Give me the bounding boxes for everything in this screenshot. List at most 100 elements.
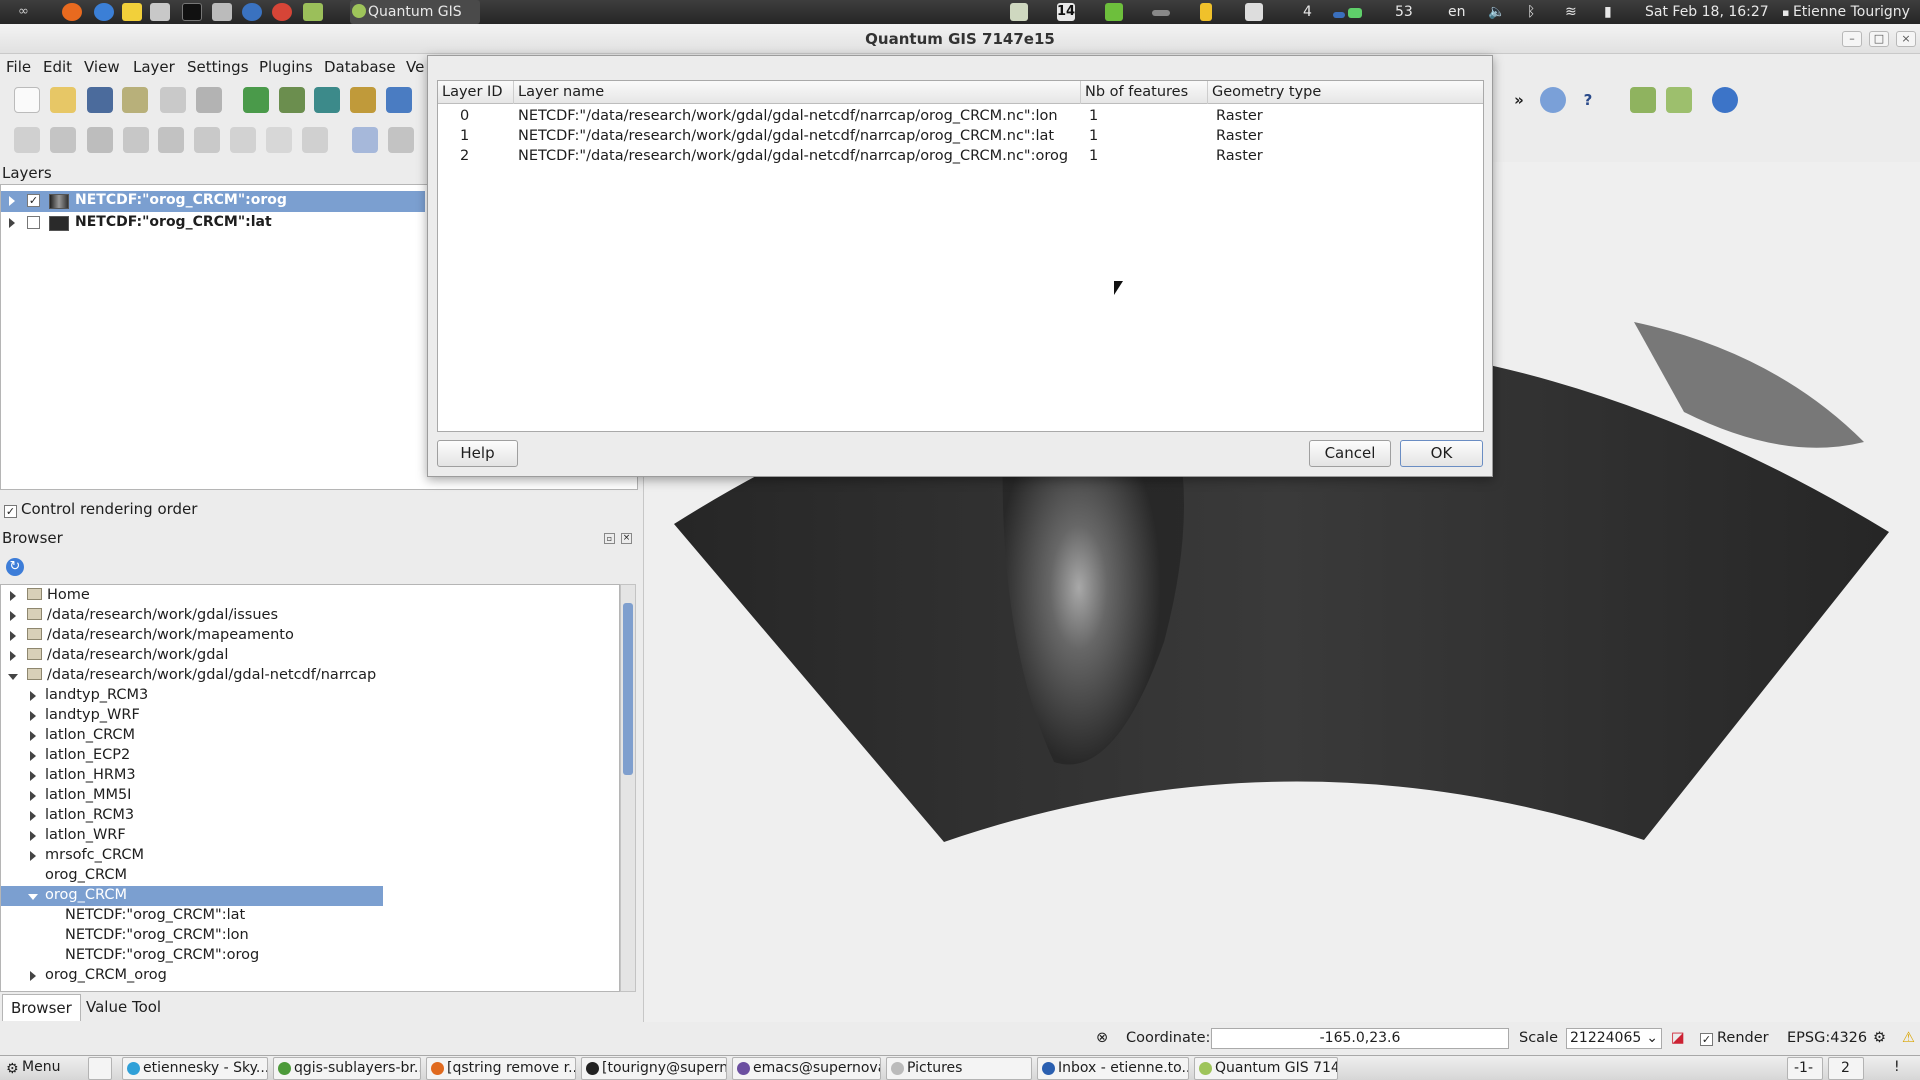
browser-tree[interactable]: Home/data/research/work/gdal/issues/data…	[0, 584, 620, 992]
browser-item[interactable]: NETCDF:"orog_CRCM":orog	[1, 946, 601, 966]
thunderbird-launcher-icon[interactable]	[94, 3, 114, 21]
more-tools-icon[interactable]: »	[1506, 87, 1532, 113]
print-composer-icon[interactable]	[160, 87, 186, 113]
layer-item-orog[interactable]: ✓ NETCDF:"orog_CRCM":orog	[1, 191, 425, 212]
expand-arrow-icon[interactable]	[30, 791, 36, 801]
cancel-button[interactable]: Cancel	[1309, 440, 1391, 467]
render-checkbox[interactable]: ✓	[1700, 1033, 1713, 1046]
projection-icon[interactable]: ⚙	[1873, 1030, 1886, 1046]
menu-view[interactable]: View	[84, 58, 120, 76]
layer-item-lat[interactable]: NETCDF:"orog_CRCM":lat	[1, 213, 425, 234]
taskbar-window-button[interactable]: qgis-sublayers-br...	[273, 1057, 421, 1080]
minimize-button[interactable]: –	[1842, 31, 1862, 47]
zoom-last-icon[interactable]	[1540, 87, 1566, 113]
menu-database[interactable]: Database	[324, 58, 396, 76]
tab-browser[interactable]: Browser	[2, 994, 81, 1021]
warning-icon[interactable]: ⚠	[1902, 1030, 1915, 1046]
star-launcher-icon[interactable]	[122, 3, 142, 21]
close-window-button[interactable]: ×	[1896, 31, 1916, 47]
add-postgis-icon[interactable]	[314, 87, 340, 113]
ok-button[interactable]: OK	[1400, 440, 1483, 467]
taskbar-window-button[interactable]: [tourigny@supern...	[581, 1057, 727, 1080]
browser-item[interactable]: latlon_HRM3	[1, 766, 601, 786]
paste-features-icon[interactable]	[302, 127, 328, 153]
help-button[interactable]: Help	[437, 440, 518, 467]
add-vector-icon[interactable]	[243, 87, 269, 113]
chrome-launcher-icon[interactable]	[272, 3, 292, 21]
measure-icon[interactable]	[1630, 87, 1656, 113]
terminal-launcher-icon[interactable]	[182, 3, 202, 21]
taskbar-window-button[interactable]: Inbox - etienne.to...	[1037, 1057, 1189, 1080]
col-geometry-type[interactable]: Geometry type	[1208, 81, 1483, 104]
workspace-2-button[interactable]: 2	[1828, 1057, 1864, 1080]
expand-arrow-icon[interactable]	[30, 971, 36, 981]
table-row[interactable]: 0 NETCDF:"/data/research/work/gdal/gdal-n…	[438, 106, 1483, 126]
render-toggle[interactable]: ✓ Render	[1700, 1030, 1769, 1046]
save-project-icon[interactable]	[87, 87, 113, 113]
clock[interactable]: Sat Feb 18, 16:27	[1645, 0, 1769, 24]
user-menu[interactable]: ▪ Etienne Tourigny	[1782, 0, 1910, 24]
sublayers-table[interactable]: Layer ID Layer name Nb of features Geome…	[437, 80, 1484, 432]
chevron-down-icon[interactable]: ⌄	[1646, 1029, 1658, 1048]
browser-item[interactable]: latlon_CRCM	[1, 726, 601, 746]
browser-item[interactable]: latlon_WRF	[1, 826, 601, 846]
scissors-launcher-icon[interactable]	[150, 3, 170, 21]
notification-alert[interactable]: !	[1877, 1057, 1917, 1080]
menu-file[interactable]: File	[6, 58, 31, 76]
shield-icon[interactable]	[1010, 3, 1028, 21]
keyboard-icon[interactable]	[1152, 10, 1170, 16]
expand-arrow-icon[interactable]	[9, 196, 15, 206]
browser-item[interactable]: NETCDF:"orog_CRCM":lon	[1, 926, 601, 946]
menu-edit[interactable]: Edit	[43, 58, 72, 76]
browser-item[interactable]: latlon_RCM3	[1, 806, 601, 826]
system-logo-icon[interactable]: ∞	[18, 0, 29, 24]
browser-item[interactable]: latlon_MM5I	[1, 786, 601, 806]
workspace-indicator[interactable]: 14	[1057, 3, 1075, 21]
expand-arrow-icon[interactable]	[10, 631, 16, 641]
display-icon[interactable]	[1245, 3, 1263, 21]
browser-item[interactable]: orog_CRCM	[1, 866, 601, 886]
table-row[interactable]: 1 NETCDF:"/data/research/work/gdal/gdal-n…	[438, 126, 1483, 146]
label-icon[interactable]	[352, 127, 378, 153]
battery-icon[interactable]: ▮	[1604, 0, 1612, 24]
expand-arrow-icon[interactable]	[30, 731, 36, 741]
delete-selected-icon[interactable]	[194, 127, 220, 153]
save-as-icon[interactable]	[122, 87, 148, 113]
browser-item[interactable]: landtyp_RCM3	[1, 686, 601, 706]
refresh-icon[interactable]: ↻	[6, 558, 24, 576]
taskbar-window-button[interactable]: emacs@supernova	[732, 1057, 881, 1080]
browser-item[interactable]: latlon_ECP2	[1, 746, 601, 766]
control-rendering-order[interactable]: ✓ Control rendering order	[4, 500, 197, 518]
tab-value-tool[interactable]: Value Tool	[78, 994, 169, 1021]
start-menu-button[interactable]: ⚙ Menu	[2, 1057, 83, 1080]
language-indicator[interactable]: en	[1448, 0, 1466, 24]
menu-vector[interactable]: Ve	[406, 58, 424, 76]
browser-folder-item[interactable]: /data/research/work/gdal/gdal-netcdf/nar…	[1, 666, 601, 686]
print-icon[interactable]	[196, 87, 222, 113]
taskbar-window-button[interactable]: [qstring remove r...	[426, 1057, 576, 1080]
open-project-icon[interactable]	[50, 87, 76, 113]
browser-item[interactable]: NETCDF:"orog_CRCM":lat	[1, 906, 601, 926]
collapse-arrow-icon[interactable]	[8, 674, 18, 680]
globe-icon[interactable]	[1712, 87, 1738, 113]
toggle-editing-icon[interactable]	[14, 127, 40, 153]
wifi-icon[interactable]: ≋	[1565, 0, 1577, 24]
cut-features-icon[interactable]	[230, 127, 256, 153]
browser-item[interactable]: orog_CRCM	[1, 886, 383, 906]
taskbar-window-button[interactable]: Quantum GIS 714...	[1194, 1057, 1338, 1080]
expand-arrow-icon[interactable]	[30, 831, 36, 841]
expand-arrow-icon[interactable]	[10, 611, 16, 621]
menu-plugins[interactable]: Plugins	[259, 58, 313, 76]
taskbar-window-button[interactable]: etiennesky - Sky...	[122, 1057, 268, 1080]
browser-folder-item[interactable]: /data/research/work/mapeamento	[1, 626, 601, 646]
browser-scroll-thumb[interactable]	[623, 603, 633, 775]
col-nb-features[interactable]: Nb of features	[1081, 81, 1208, 104]
col-layer-id[interactable]: Layer ID	[438, 81, 514, 104]
expand-arrow-icon[interactable]	[30, 751, 36, 761]
add-spatialite-icon[interactable]	[350, 87, 376, 113]
coordinate-field[interactable]: -165.0,23.6	[1211, 1028, 1509, 1049]
coordinate-toggle-icon[interactable]: ⊗	[1096, 1030, 1108, 1046]
browser-folder-item[interactable]: Home	[1, 586, 601, 606]
firefox-launcher-icon[interactable]	[62, 3, 82, 21]
crs-label[interactable]: EPSG:4326	[1787, 1030, 1867, 1046]
